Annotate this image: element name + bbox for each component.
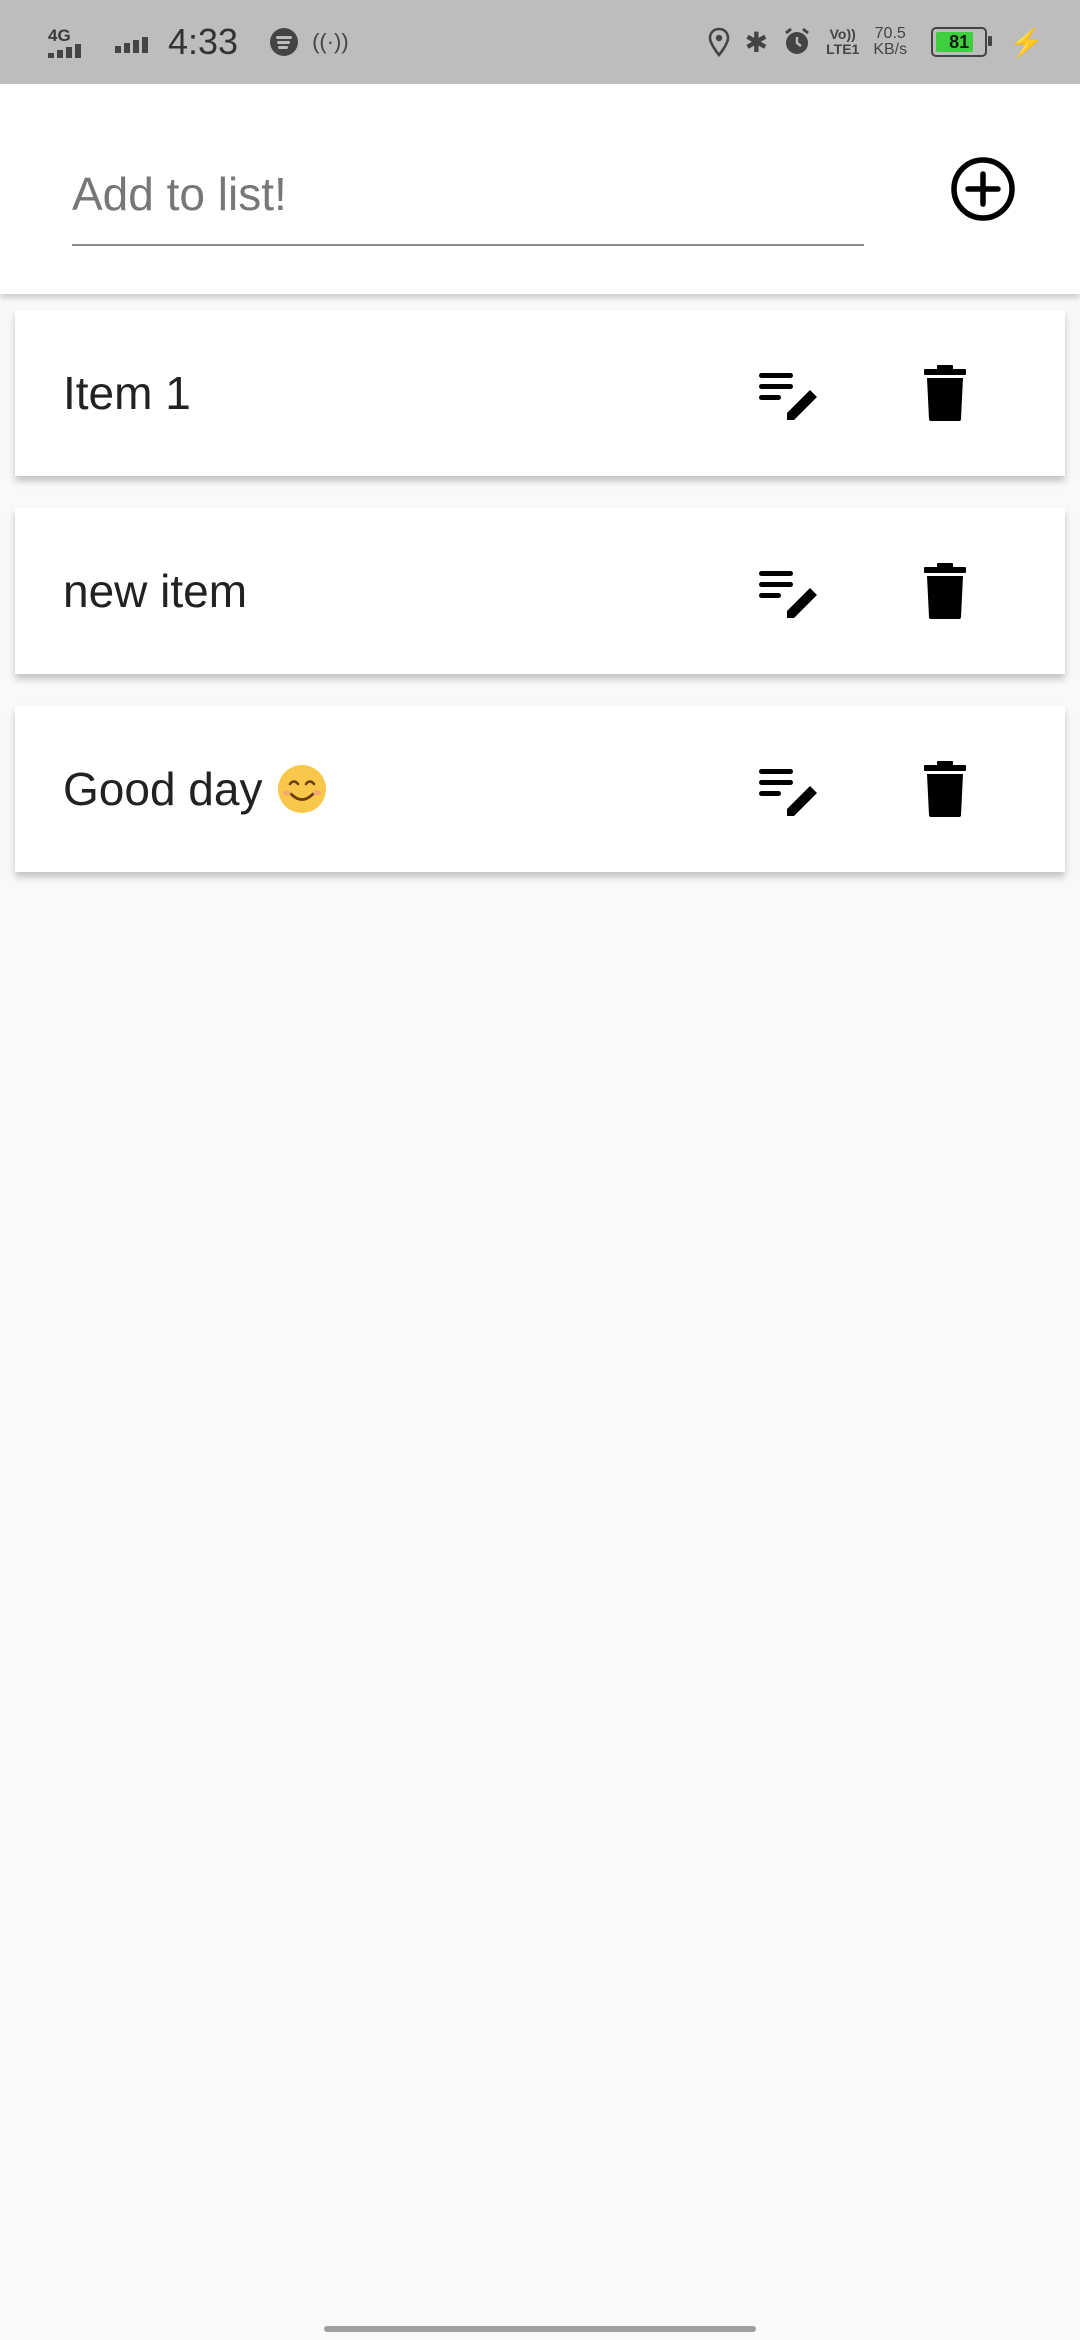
- home-indicator[interactable]: [324, 2326, 756, 2332]
- status-bar-right: ✱ Vo)) LTE1 70.5 KB/s 81 ⚡: [707, 0, 1044, 84]
- status-bar: 4G 4:33 ((·)) ✱ Vo)) LTE1 70.5 KB/s 81 ⚡: [0, 0, 1080, 84]
- add-circle-icon[interactable]: [948, 154, 1018, 224]
- signal-icon: [48, 43, 81, 58]
- list-item: Good day: [15, 706, 1065, 872]
- signal-icon-sim2: [115, 31, 148, 53]
- add-item-input[interactable]: [72, 144, 864, 246]
- item-text: new item: [63, 565, 248, 617]
- hotspot-icon: ((·)): [312, 29, 349, 54]
- clock-time: 4:33: [168, 21, 239, 62]
- volte-indicator: Vo)) LTE1: [826, 27, 859, 57]
- network-speed: 70.5 KB/s: [873, 26, 907, 58]
- edit-note-icon[interactable]: [757, 561, 823, 621]
- lte-label: LTE1: [826, 41, 860, 57]
- trash-icon[interactable]: [920, 561, 970, 621]
- battery-level: 81: [949, 31, 970, 52]
- charging-icon: ⚡: [1009, 26, 1044, 58]
- trash-icon[interactable]: [920, 759, 970, 819]
- add-item-header: [0, 84, 1080, 294]
- battery-icon: 81: [931, 27, 993, 57]
- item-label: Item 1: [63, 310, 191, 476]
- edit-note-icon[interactable]: [757, 363, 823, 423]
- status-bar-left: 4G 4:33 ((·)): [48, 0, 349, 84]
- list-item: new item: [15, 508, 1065, 674]
- todo-list: Item 1 new item Good day: [15, 310, 1065, 904]
- edit-note-icon[interactable]: [757, 759, 823, 819]
- smiling-face-emoji: [278, 765, 327, 813]
- network-speed-unit: KB/s: [873, 41, 908, 58]
- bluetooth-icon: ✱: [744, 26, 769, 58]
- network-indicator: 4G: [48, 27, 81, 58]
- list-item: Item 1: [15, 310, 1065, 476]
- item-text: Item 1: [63, 367, 191, 419]
- spotify-icon: [270, 28, 299, 56]
- network-speed-value: 70.5: [874, 25, 906, 42]
- location-icon: [708, 27, 729, 57]
- item-text: Good day: [63, 763, 263, 815]
- app-screen: 4G 4:33 ((·)) ✱ Vo)) LTE1 70.5 KB/s 81 ⚡…: [0, 0, 1080, 2340]
- volte-label: Vo)): [829, 26, 856, 42]
- item-label: Good day: [63, 706, 328, 872]
- network-type-label: 4G: [48, 25, 71, 45]
- trash-icon[interactable]: [920, 363, 970, 423]
- item-label: new item: [63, 508, 247, 674]
- alarm-icon: [785, 27, 810, 54]
